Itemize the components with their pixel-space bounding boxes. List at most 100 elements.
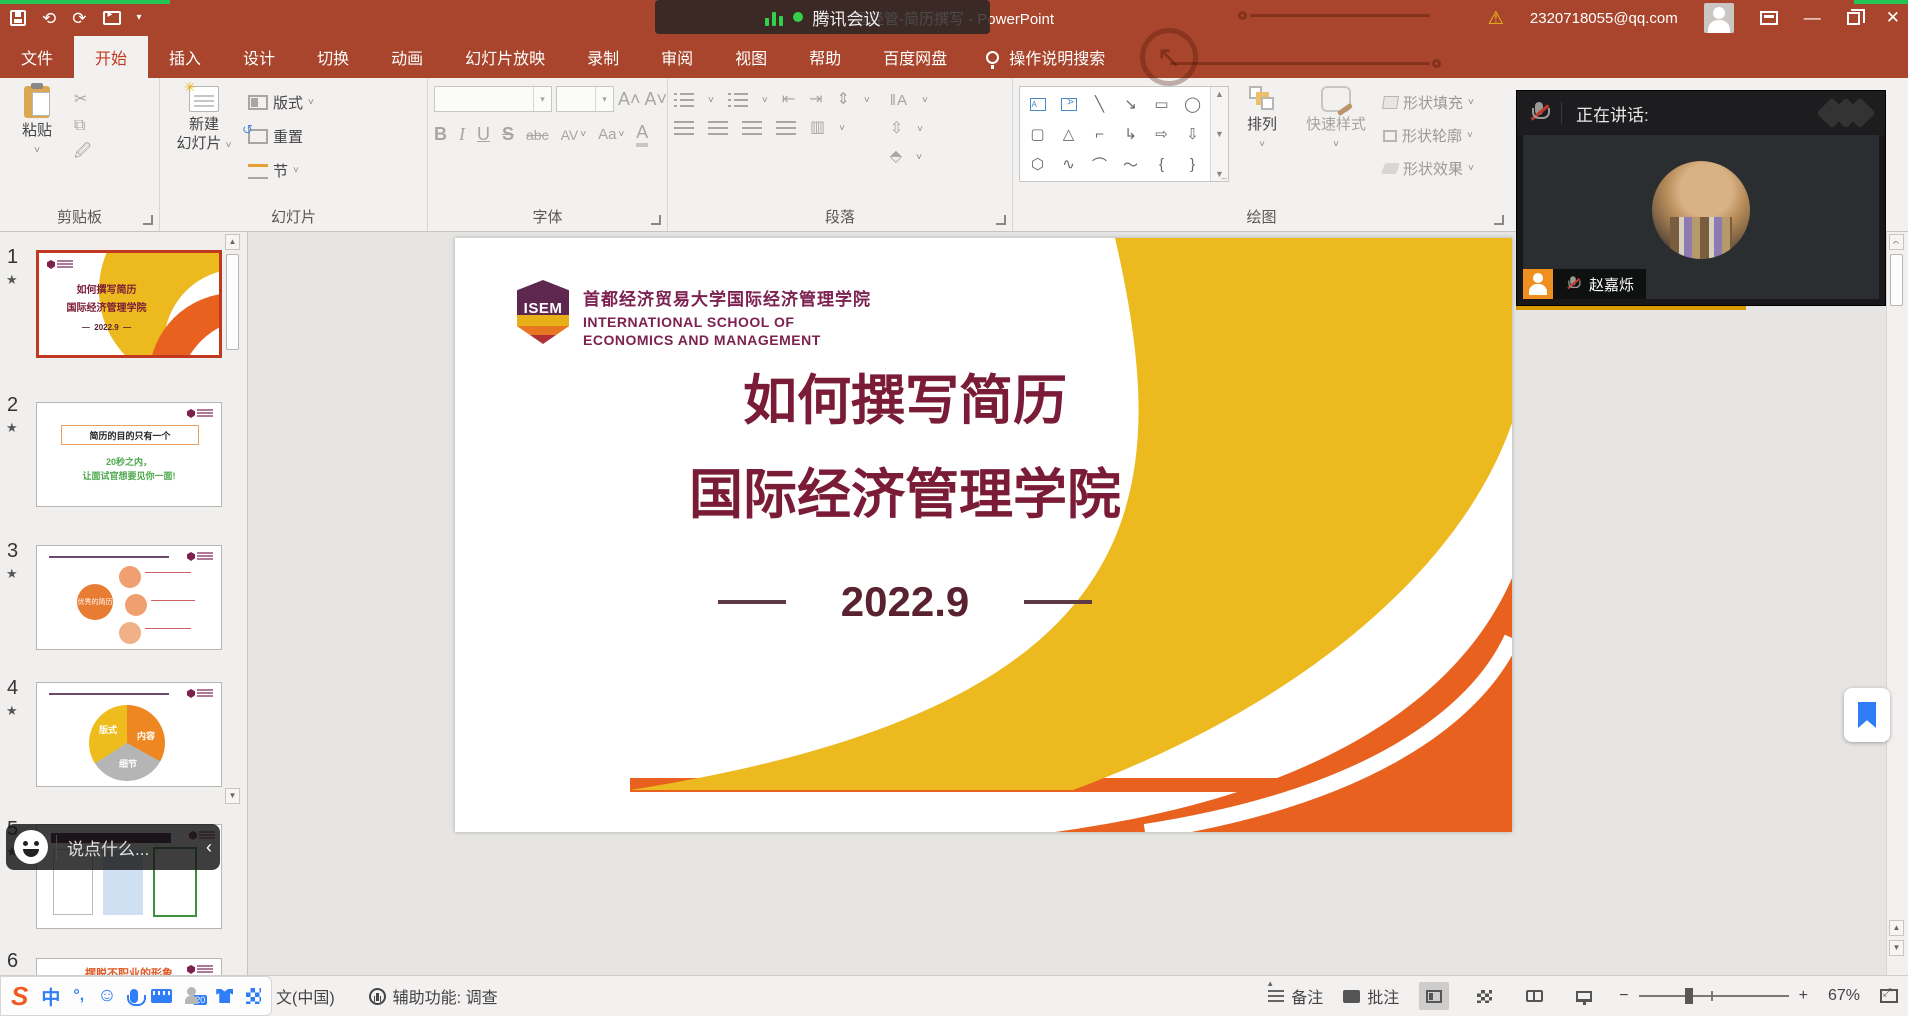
tab-file[interactable]: 文件 [0,36,74,78]
fit-slide-to-window-icon[interactable] [1880,989,1898,1003]
previous-slide-icon[interactable]: ▲ [1889,920,1904,936]
reading-view-button[interactable] [1519,982,1549,1010]
ime-toolbox-icon[interactable] [246,988,261,1004]
notes-button[interactable]: 备注 [1268,984,1323,1008]
collapse-chevron-icon[interactable]: ‹ [206,837,212,858]
dialog-launcher-icon[interactable] [651,215,661,225]
slide-thumbnail-4[interactable]: 版式 内容 细节 [36,682,222,787]
minimize-button[interactable]: — [1804,8,1821,28]
tab-record[interactable]: 录制 [566,36,640,78]
ime-keyboard-icon[interactable] [151,989,172,1003]
reset-button[interactable]: 重置 [248,126,314,147]
oval-shape-icon[interactable]: ◯ [1184,95,1201,113]
copy-icon[interactable]: ⧉ [74,118,91,134]
justify-icon[interactable] [776,121,796,135]
tab-home[interactable]: 开始 [74,36,148,78]
shape-fill-button[interactable]: 形状填充˅ [1383,92,1474,113]
line-spacing-icon[interactable]: ⇕ [837,92,850,108]
gallery-expand-icon[interactable]: ▼̲ [1215,169,1224,179]
sogou-logo[interactable]: S [11,981,28,1012]
new-slide-button[interactable]: 新建 幻灯片 ˅ [166,86,242,205]
normal-view-button[interactable] [1419,982,1449,1010]
tab-slideshow[interactable]: 幻灯片放映 [444,36,566,78]
scrollbar-thumb[interactable] [226,254,239,350]
chat-input[interactable]: 说点什么... [56,835,198,860]
shapes-gallery-scrollbar[interactable]: ▲ ▼ ▼̲ [1210,87,1228,181]
ime-punctuation[interactable]: °, [73,987,84,1005]
zoom-level[interactable]: 67% [1828,987,1860,1005]
paste-button[interactable]: 粘贴 ˅ [6,86,68,205]
dialog-launcher-icon[interactable] [143,215,153,225]
layout-button[interactable]: 版式˅ [248,92,314,113]
next-slide-icon[interactable]: ▼ [1889,940,1904,956]
align-right-icon[interactable] [742,121,762,135]
font-color-button[interactable]: A [636,122,648,147]
ime-language-label[interactable]: 文(中国) [276,984,335,1008]
tencent-meeting-floating-bar[interactable]: 腾讯会议 [655,0,990,34]
elbow-connector-icon[interactable]: ⌐ [1095,126,1104,143]
vertical-textbox-shape-icon[interactable]: A [1061,98,1077,111]
thumbnail-scrollbar[interactable]: ▲ ▼ [224,232,241,975]
character-spacing-button[interactable]: AV˅ [561,127,586,143]
left-brace-shape-icon[interactable]: { [1159,156,1164,173]
tab-review[interactable]: 审阅 [640,36,714,78]
ime-emoji-icon[interactable]: ☺ [97,985,116,1007]
tab-view[interactable]: 视图 [714,36,788,78]
comments-button[interactable]: 批注 [1343,984,1399,1008]
slide-sorter-view-button[interactable] [1469,982,1499,1010]
slide-thumbnail-3[interactable]: 优秀的简历 [36,545,222,650]
tab-insert[interactable]: 插入 [148,36,222,78]
quick-styles-button[interactable]: 快速样式˅ [1295,86,1377,205]
change-case-button[interactable]: Aa˅ [598,126,624,143]
ime-mode-chinese[interactable]: 中 [41,983,60,1010]
italic-button[interactable]: I [459,124,465,145]
bullets-icon[interactable] [674,93,694,107]
meeting-video-panel[interactable]: 正在讲话: 赵嘉烁 [1516,90,1886,306]
meeting-panel-header[interactable]: 正在讲话: [1517,91,1885,135]
zoom-in-icon[interactable]: + [1799,987,1808,1005]
slide-thumbnail-2[interactable]: 简历的目的只有一个 20秒之内， 让面试官想要见你一面! [36,402,222,507]
tell-me-search[interactable]: 操作说明搜索 [986,36,1105,78]
tab-transitions[interactable]: 切换 [296,36,370,78]
down-arrow-shape-icon[interactable]: ⇩ [1186,125,1199,143]
ime-skin-icon[interactable] [216,989,233,1003]
tab-animations[interactable]: 动画 [370,36,444,78]
arc-shape-icon[interactable]: ⌒ [1092,154,1107,175]
shadow-button[interactable]: S [502,124,514,145]
slideshow-view-button[interactable] [1569,982,1599,1010]
scrollbar-thumb[interactable] [1890,254,1903,306]
close-button[interactable]: ✕ [1886,8,1900,28]
zoom-thumb[interactable] [1685,988,1693,1004]
right-brace-shape-icon[interactable]: } [1190,156,1195,173]
shape-outline-button[interactable]: 形状轮廓˅ [1383,125,1474,146]
zoom-slider[interactable]: − + [1619,987,1808,1005]
smartart-convert-icon[interactable]: ⬘ [890,149,902,165]
ime-toolbar[interactable]: S 中 °, ☺ 20 [0,976,272,1016]
tab-help[interactable]: 帮助 [788,36,862,78]
freeform-shape-icon[interactable]: ⬡ [1031,155,1044,173]
curve-shape-icon[interactable]: 〜 [1123,154,1138,175]
arrow-shape-icon[interactable]: ↘ [1124,95,1137,113]
right-arrow-shape-icon[interactable]: ⇨ [1155,125,1168,143]
align-left-icon[interactable] [674,121,694,135]
font-name-combo[interactable]: ▾ [434,86,552,112]
grow-font-icon[interactable]: A˄ [618,90,641,108]
bookmark-button[interactable] [1844,688,1890,742]
strikethrough-button[interactable]: abc [526,127,549,143]
emoji-icon[interactable] [14,830,48,864]
dialog-launcher-icon[interactable] [996,215,1006,225]
accessibility-status[interactable]: 辅助功能: 调查 [369,984,498,1008]
meeting-chat-bar[interactable]: 说点什么... ‹ [6,824,220,870]
shape-effects-button[interactable]: 形状效果˅ [1383,158,1474,179]
elbow-arrow-connector-icon[interactable]: ↳ [1124,125,1137,143]
tab-baidu-netdisk[interactable]: 百度网盘 [862,36,968,78]
zoom-out-icon[interactable]: − [1619,987,1628,1005]
tab-design[interactable]: 设计 [222,36,296,78]
shapes-gallery[interactable]: A A ╲ ↘ ▭ ◯ ▢ △ ⌐ ↳ ⇨ ⇩ ⬡ ∿ ⌒ 〜 { } ▲ [1019,86,1229,182]
format-painter-icon[interactable]: 🖉 [74,144,91,160]
zoom-track[interactable] [1639,995,1789,997]
scribble-shape-icon[interactable]: ∿ [1062,155,1075,173]
font-size-combo[interactable]: ▾ [556,86,614,112]
slide-thumbnail-1[interactable]: 如何撰写简历 国际经济管理学院 — 2022.9 — [36,250,222,358]
align-text-icon[interactable]: ⇳ [890,121,903,137]
